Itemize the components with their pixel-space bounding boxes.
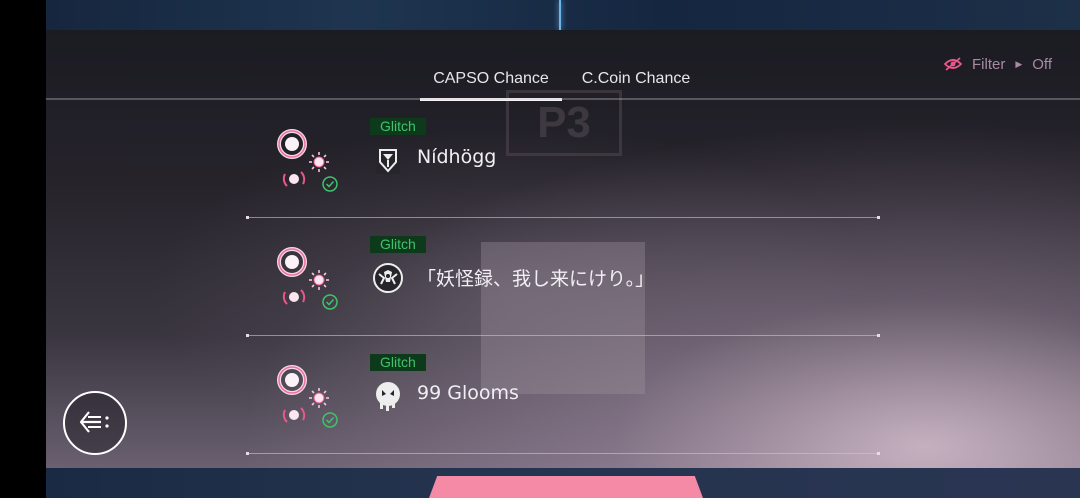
filter-value: Off	[1032, 55, 1052, 73]
filter-label: Filter	[972, 55, 1006, 73]
eye-slash-icon	[944, 57, 962, 71]
achievement-icons	[277, 247, 338, 310]
shield-emblem-icon	[376, 146, 400, 174]
back-arrow-icon	[79, 411, 109, 433]
tab-coin-chance[interactable]: C.Coin Chance	[576, 70, 696, 100]
song-title: 99 Glooms	[417, 382, 519, 404]
difficulty-badge: Glitch	[370, 236, 426, 253]
back-button[interactable]	[63, 391, 127, 455]
difficulty-badge: Glitch	[370, 354, 426, 371]
sun-icon	[309, 270, 329, 290]
demon-mask-icon	[373, 263, 403, 293]
difficulty-badge: Glitch	[370, 118, 426, 135]
sun-icon	[309, 152, 329, 172]
song-row[interactable]: Glitch 99 Glooms	[246, 336, 880, 455]
game-screen: P3 CAPSO Chance C.Coin Chance Filter ▶ O…	[0, 0, 1080, 498]
results-panel: P3 CAPSO Chance C.Coin Chance Filter ▶ O…	[46, 30, 1080, 468]
row-divider	[246, 452, 880, 455]
light-beam	[559, 0, 561, 30]
tab-capso-chance[interactable]: CAPSO Chance	[420, 70, 562, 101]
ripple-icon	[282, 171, 306, 187]
chevron-right-icon: ▶	[1015, 58, 1023, 69]
filter-toggle[interactable]: Filter ▶ Off	[944, 54, 1052, 74]
check-circle-icon	[322, 294, 338, 310]
ripple-icon	[282, 289, 306, 305]
achievement-icons	[277, 365, 338, 428]
ripple-icon	[282, 407, 306, 423]
song-title: 「妖怪録、我し来にけり。」	[417, 268, 655, 290]
achievement-icons	[277, 129, 338, 192]
sun-icon	[309, 388, 329, 408]
background-scene-bottom	[46, 468, 1080, 498]
dripping-skull-icon	[376, 382, 400, 411]
song-title: Nídhögg	[417, 146, 497, 168]
check-circle-icon	[322, 412, 338, 428]
tab-label: CAPSO Chance	[433, 70, 549, 87]
check-circle-icon	[322, 176, 338, 192]
screen-bezel	[0, 0, 46, 498]
stage-glow	[426, 476, 706, 498]
song-row[interactable]: Glitch 「妖怪録、我し来にけり。」	[246, 218, 880, 337]
song-row[interactable]: Glitch Nídhögg	[246, 100, 880, 219]
tab-label: C.Coin Chance	[581, 70, 691, 87]
